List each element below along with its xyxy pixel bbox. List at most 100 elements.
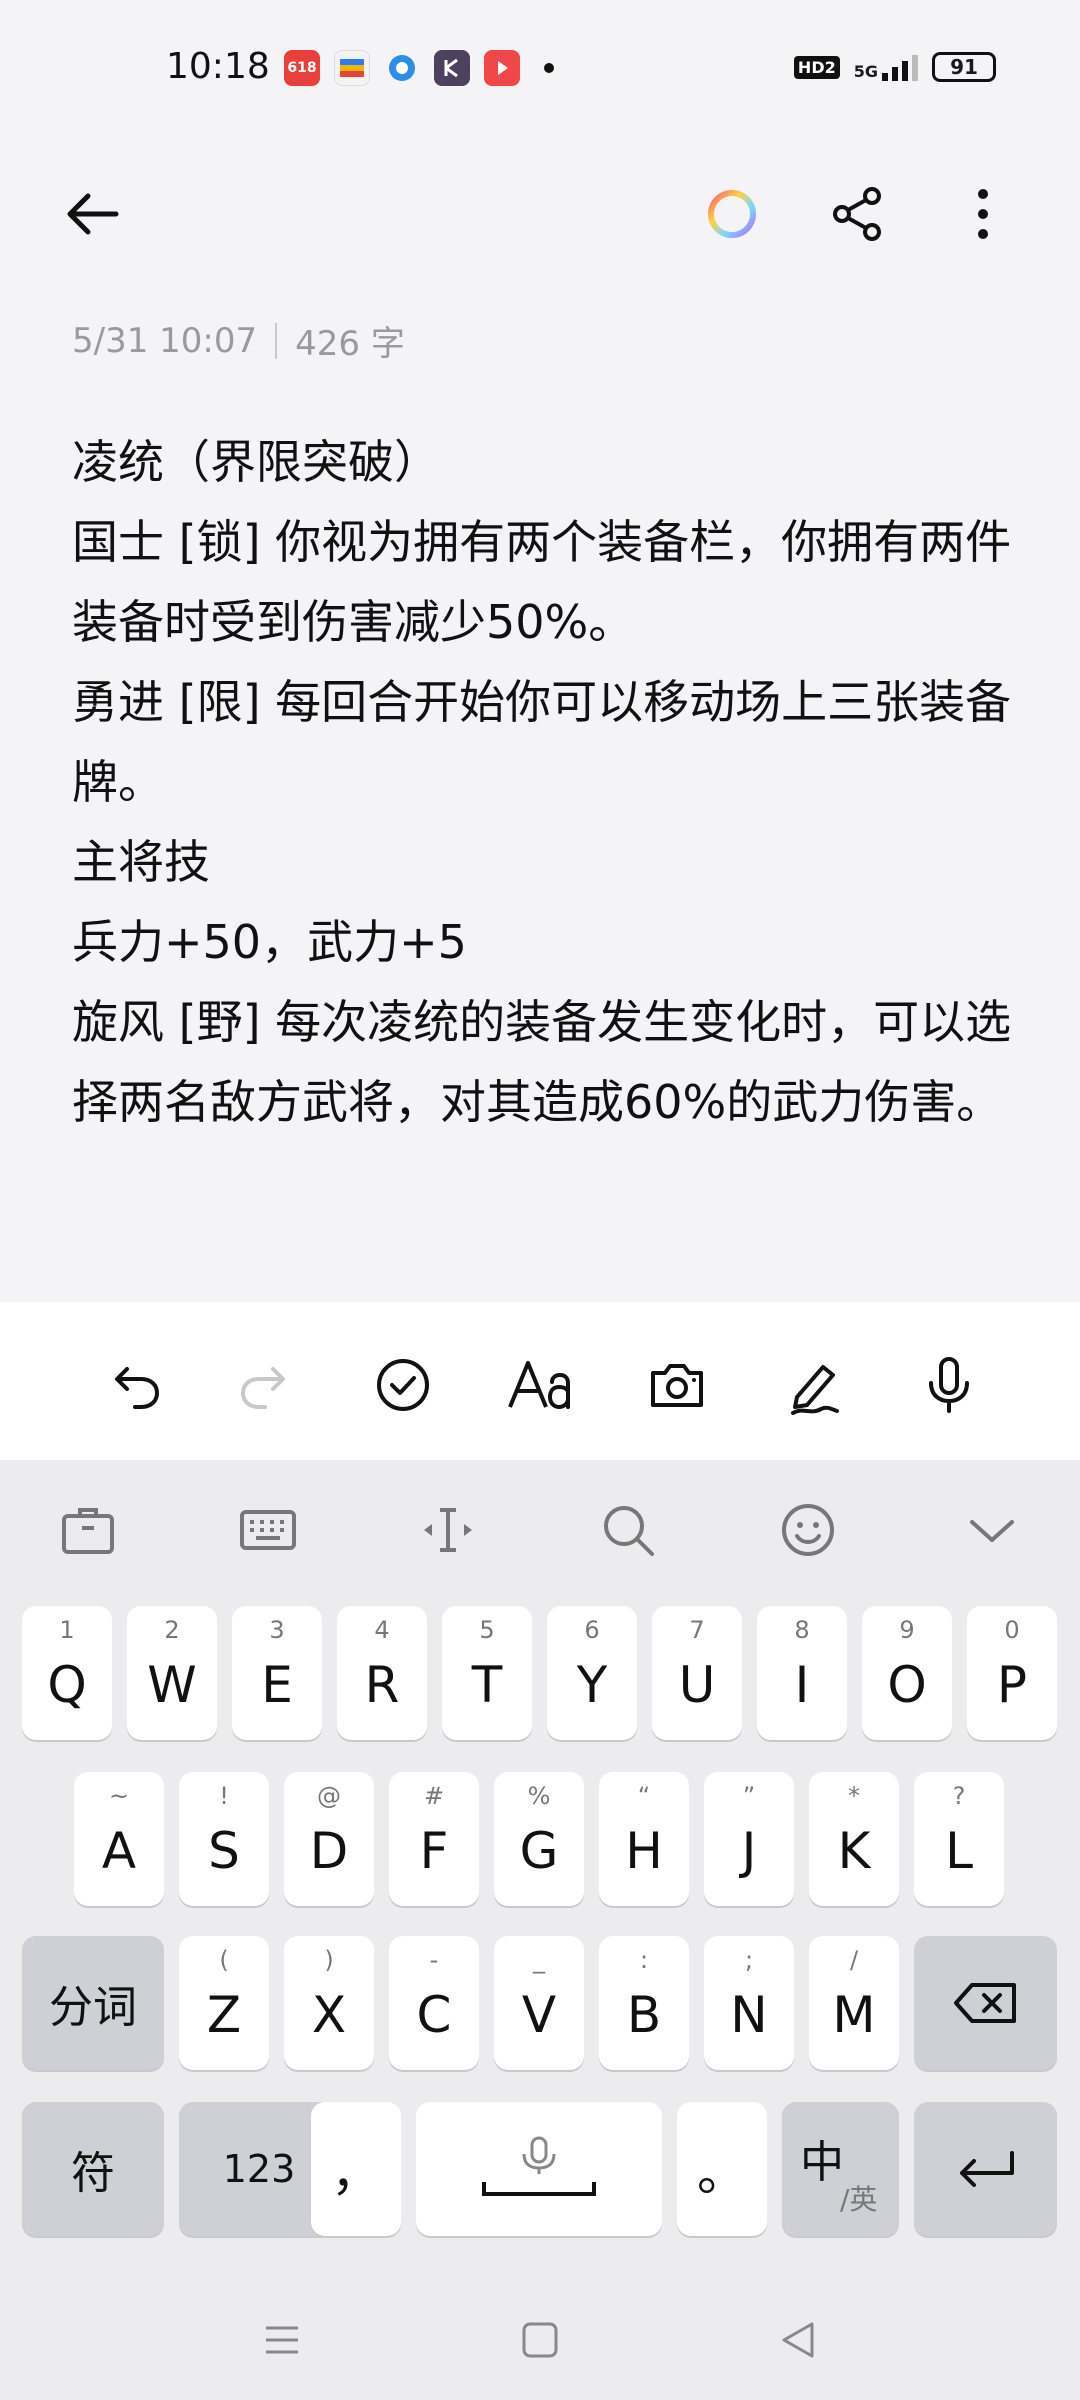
- battery-icon: 91: [932, 52, 996, 82]
- note-line: 兵力+50，武力+5: [72, 915, 467, 969]
- key-v[interactable]: _ V: [494, 1936, 584, 2070]
- key-t[interactable]: 5T: [442, 1606, 532, 1740]
- more-vertical-icon: [978, 189, 988, 239]
- key-y[interactable]: 6Y: [547, 1606, 637, 1740]
- emoji-button[interactable]: [776, 1498, 840, 1562]
- microphone-icon: [929, 1357, 969, 1413]
- period-key[interactable]: 。: [677, 2102, 767, 2236]
- k-app-icon: [434, 50, 470, 86]
- enter-key[interactable]: [914, 2102, 1057, 2236]
- camera-button[interactable]: [642, 1350, 712, 1420]
- text-format-button[interactable]: [506, 1350, 582, 1420]
- key-u[interactable]: 7U: [652, 1606, 742, 1740]
- undo-button[interactable]: [98, 1350, 168, 1420]
- key-hint: “: [637, 1782, 651, 1810]
- handwriting-button[interactable]: [778, 1350, 848, 1420]
- key-k[interactable]: * K: [809, 1772, 899, 1906]
- key-s[interactable]: ! S: [179, 1772, 269, 1906]
- note-line: 凌统（界限突破）: [72, 435, 440, 489]
- key-label: 123: [222, 2147, 296, 2191]
- home-button[interactable]: [510, 2310, 570, 2370]
- key-z[interactable]: (Z: [179, 1936, 269, 2070]
- key-q[interactable]: 1Q: [22, 1606, 112, 1740]
- key-o[interactable]: 9O: [862, 1606, 952, 1740]
- symbols-key[interactable]: 符: [22, 2102, 164, 2236]
- key-label: N: [730, 1986, 768, 2044]
- note-line: 勇进 [限] 每回合开始你可以移动场上三张装备牌。: [72, 675, 1012, 809]
- key-label: L: [945, 1822, 973, 1880]
- recent-apps-button[interactable]: [252, 2310, 312, 2370]
- key-label: Z: [206, 1986, 242, 2044]
- keyboard-switch-button[interactable]: [236, 1498, 300, 1562]
- key-j[interactable]: ” J: [704, 1772, 794, 1906]
- chevron-down-icon: [970, 1520, 1014, 1542]
- key-label: M: [832, 1986, 876, 2044]
- key-d[interactable]: @ D: [284, 1772, 374, 1906]
- notification-icons: 618: [284, 50, 554, 86]
- key-label: H: [625, 1822, 663, 1880]
- key-e[interactable]: 3E: [232, 1606, 322, 1740]
- key-hint: 5: [479, 1616, 495, 1644]
- key-hint: ?: [952, 1782, 966, 1810]
- key-hint: 6: [584, 1616, 600, 1644]
- briefcase-icon: [62, 1508, 114, 1554]
- backspace-icon: [953, 1983, 1016, 2023]
- key-n[interactable]: ; N: [704, 1936, 794, 2070]
- key-hint: (: [219, 1946, 229, 1974]
- key-label: J: [741, 1822, 757, 1880]
- more-options-button[interactable]: [958, 184, 1008, 244]
- font-format-icon: [508, 1361, 570, 1410]
- redo-button[interactable]: [232, 1350, 302, 1420]
- redo-icon: [240, 1367, 285, 1409]
- video-app-icon: [484, 50, 520, 86]
- key-m[interactable]: / M: [809, 1936, 899, 2070]
- voice-input-button[interactable]: [914, 1350, 984, 1420]
- hide-keyboard-button[interactable]: [960, 1498, 1024, 1562]
- comma-key[interactable]: ，: [311, 2102, 401, 2236]
- status-right: HD2 5G 91: [793, 52, 996, 82]
- camera-icon: [651, 1364, 703, 1407]
- key-label: X: [311, 1986, 347, 2044]
- cursor-control-button[interactable]: [416, 1498, 480, 1562]
- key-hint: 1: [59, 1616, 75, 1644]
- key-l[interactable]: ? L: [914, 1772, 1004, 1906]
- share-button[interactable]: [828, 184, 888, 244]
- space-key[interactable]: [416, 2102, 662, 2236]
- key-label: K: [837, 1822, 871, 1880]
- clipboard-button[interactable]: [56, 1498, 120, 1562]
- key-r[interactable]: 4R: [337, 1606, 427, 1740]
- shopping-app-icon: 618: [284, 50, 320, 86]
- checklist-button[interactable]: [368, 1350, 438, 1420]
- note-line: 旋风 [野] 每次凌统的装备发生变化时，可以选择两名敌方武将，对其造成60%的武…: [72, 995, 1012, 1129]
- keyboard-search-button[interactable]: [596, 1498, 660, 1562]
- key-c[interactable]: -C: [389, 1936, 479, 2070]
- back-button[interactable]: [62, 184, 122, 244]
- key-label: F: [419, 1822, 449, 1880]
- key-hint: 4: [374, 1616, 390, 1644]
- key-i[interactable]: 8I: [757, 1606, 847, 1740]
- menu-icon: [266, 2326, 298, 2354]
- key-f[interactable]: # F: [389, 1772, 479, 1906]
- note-editor[interactable]: 凌统（界限突破） 国士 [锁] 你视为拥有两个装备栏，你拥有两件装备时受到伤害减…: [72, 422, 1012, 1142]
- key-x[interactable]: ) X: [284, 1936, 374, 2070]
- backspace-key[interactable]: [914, 1936, 1057, 2070]
- edit-toolbar: [0, 1302, 1080, 1460]
- segment-key[interactable]: 分词: [22, 1936, 164, 2070]
- back-nav-button[interactable]: [768, 2310, 828, 2370]
- key-b[interactable]: :B: [599, 1936, 689, 2070]
- key-h[interactable]: “H: [599, 1772, 689, 1906]
- theme-color-button[interactable]: [704, 186, 760, 242]
- key-a[interactable]: ~ A: [74, 1772, 164, 1906]
- share-icon: [833, 187, 881, 241]
- key-p[interactable]: 0P: [967, 1606, 1057, 1740]
- key-hint: *: [848, 1782, 860, 1810]
- key-hint: ): [324, 1946, 334, 1974]
- key-label: W: [147, 1656, 197, 1714]
- key-hint: 8: [794, 1616, 810, 1644]
- key-label: 符: [71, 2148, 115, 2199]
- key-label: Q: [47, 1656, 87, 1714]
- keyboard-icon: [240, 1510, 296, 1550]
- language-switch-key[interactable]: 中 /英: [782, 2102, 899, 2236]
- key-w[interactable]: 2W: [127, 1606, 217, 1740]
- key-g[interactable]: % G: [494, 1772, 584, 1906]
